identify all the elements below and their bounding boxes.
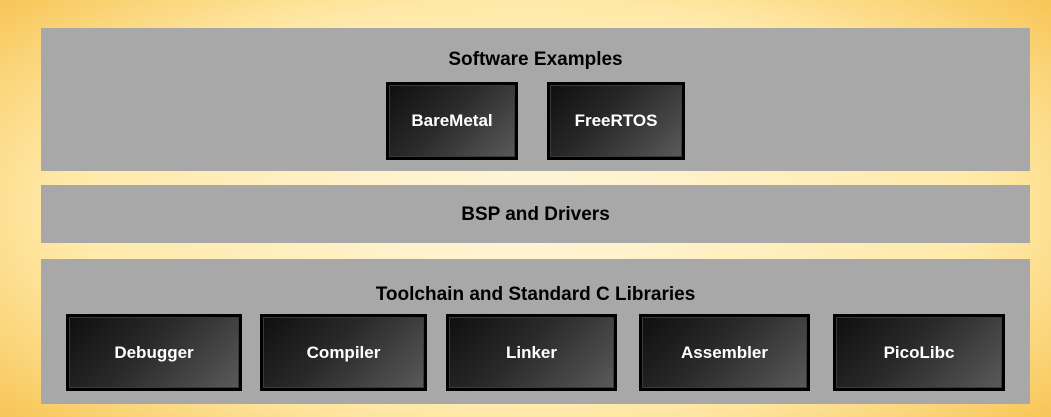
software-examples-layer: Software Examples BareMetal FreeRTOS xyxy=(41,28,1030,171)
picolibc-label: PicoLibc xyxy=(883,342,955,362)
compiler-label: Compiler xyxy=(306,342,381,362)
software-examples-title: Software Examples xyxy=(448,49,623,70)
debugger-block: Debugger xyxy=(66,314,242,391)
assembler-label: Assembler xyxy=(681,342,768,362)
toolchain-title: Toolchain and Standard C Libraries xyxy=(375,284,696,305)
assembler-block: Assembler xyxy=(639,314,810,391)
bsp-drivers-layer: BSP and Drivers xyxy=(41,185,1030,243)
freertos-label: FreeRTOS xyxy=(574,111,658,130)
toolchain-layer: Toolchain and Standard C Libraries Debug… xyxy=(41,259,1030,404)
baremetal-block: BareMetal xyxy=(386,82,518,160)
linker-label: Linker xyxy=(505,342,558,362)
freertos-block: FreeRTOS xyxy=(547,82,685,160)
linker-block: Linker xyxy=(446,314,617,391)
architecture-diagram: Software Examples BareMetal FreeRTOS BSP… xyxy=(0,0,1051,417)
compiler-block: Compiler xyxy=(260,314,427,391)
debugger-label: Debugger xyxy=(114,342,194,362)
bsp-drivers-title: BSP and Drivers xyxy=(461,204,610,225)
picolibc-block: PicoLibc xyxy=(833,314,1005,391)
baremetal-label: BareMetal xyxy=(411,111,493,130)
